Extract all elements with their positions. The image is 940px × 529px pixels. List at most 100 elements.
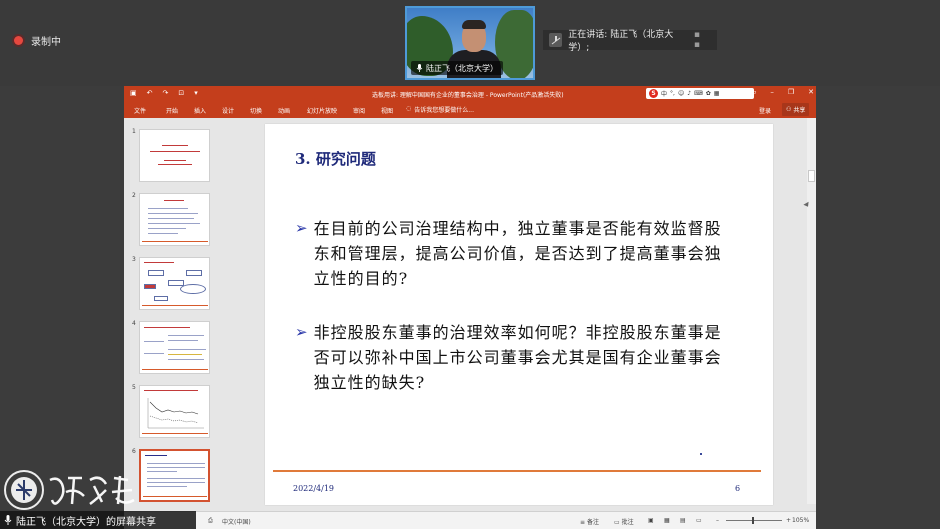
speaker-avatar-icon — [549, 33, 563, 47]
slide-number: 6 — [735, 484, 741, 493]
thumb-number: 2 — [132, 192, 136, 199]
zoom-slider[interactable] — [726, 520, 782, 521]
save-icon[interactable]: ▣ — [130, 89, 137, 97]
redo-icon[interactable]: ↷ — [163, 89, 169, 97]
tab-transitions[interactable]: 切换 — [250, 106, 262, 115]
bullet-text-1: 在目前的公司治理结构中，独立董事是否能有效监督股东和管理层，提高公司价值，是否达… — [313, 219, 722, 288]
tab-view[interactable]: 视图 — [381, 106, 393, 115]
microphone-icon — [4, 515, 12, 525]
reading-view-icon[interactable]: ▤ — [680, 517, 686, 524]
footer-rule — [273, 470, 761, 472]
arrow-bullet-icon: ➢ — [295, 219, 308, 237]
vertical-scrollbar[interactable] — [807, 118, 816, 504]
speaking-indicator: 正在讲话: 陆正飞（北京大学）; ▪ ▪ — [543, 30, 717, 53]
comments-label: 批注 — [621, 519, 634, 526]
zoom-out-icon[interactable]: – — [716, 517, 719, 524]
tab-home[interactable]: 开始 — [166, 106, 178, 115]
ime-emoji-icon[interactable]: ☺ — [678, 90, 684, 97]
arrow-bullet-icon: ➢ — [295, 323, 308, 341]
normal-view-icon[interactable]: ▣ — [648, 517, 654, 524]
speaking-label: 正在讲话: 陆正飞（北京大学）; — [568, 30, 674, 53]
slide-editing-area: 3. 研究问题 ➢ 在目前的公司治理结构中，独立董事是否能有效监督股东和管理层，… — [220, 118, 816, 505]
scrollbar-thumb[interactable] — [808, 170, 815, 182]
slideshow-view-icon[interactable]: ▭ — [696, 517, 702, 524]
tab-slideshow[interactable]: 幻灯片放映 — [307, 106, 337, 115]
bullet-text-2: 非控股股东董事的治理效率如何呢？非控股股东董事是否可以弥补中国上市公司董事会尤其… — [313, 323, 722, 392]
zoom-in-icon[interactable]: + — [786, 517, 791, 524]
quick-access-toolbar: ▣ ↶ ↷ ⊡ ▾ — [130, 89, 198, 97]
participant-video-tile[interactable]: 陆正飞（北京大学） — [405, 6, 535, 80]
thumb-number: 5 — [132, 384, 136, 391]
screen-share-banner[interactable]: 陆正飞（北京大学）的屏幕共享 — [0, 511, 196, 529]
ime-skin-icon[interactable]: ✿ — [706, 90, 711, 97]
tell-me-text: 告诉我您想要做什么... — [414, 107, 474, 114]
ime-mode-label[interactable]: 中 — [661, 89, 667, 98]
input-method-toolbar[interactable]: S 中 °, ☺ ♪ ⌨ ✿ ▦ — [646, 88, 754, 99]
status-bar: ⎙ 中文(中国) ≡ 备注 ▭ 批注 ▣ ▦ ▤ ▭ – + 105% — [124, 511, 816, 529]
tell-me-box[interactable]: ◌ 告诉我您想要做什么... — [406, 105, 474, 114]
slide-thumbnail-2[interactable] — [139, 193, 210, 246]
zoom-level[interactable]: 105% — [792, 517, 809, 524]
fudan-logo — [4, 470, 135, 510]
slide-thumbnail-1[interactable] — [139, 129, 210, 182]
maximize-icon[interactable]: ❐ — [788, 88, 794, 96]
close-icon[interactable]: ✕ — [808, 88, 814, 96]
thumb-number: 4 — [132, 320, 136, 327]
recording-indicator: 录制中 — [14, 33, 61, 48]
spellcheck-icon[interactable]: ⎙ — [208, 517, 213, 525]
participant-name-tag: 陆正飞（北京大学） — [411, 61, 503, 75]
slide-bullet-1: ➢ 在目前的公司治理结构中，独立董事是否能有效监督股东和管理层，提高公司价值，是… — [295, 216, 734, 291]
tab-insert[interactable]: 插入 — [194, 106, 206, 115]
comments-button[interactable]: ▭ 批注 — [614, 517, 634, 526]
zoom-slider-knob[interactable] — [752, 517, 754, 524]
notes-button[interactable]: ≡ 备注 — [580, 517, 599, 526]
share-button[interactable]: ⚇ 共享 — [782, 103, 810, 116]
slide-sorter-icon[interactable]: ▦ — [664, 517, 670, 524]
slide-thumbnail-4[interactable] — [139, 321, 210, 374]
language-indicator[interactable]: 中文(中国) — [222, 517, 251, 526]
microphone-icon — [416, 64, 423, 72]
record-icon — [14, 36, 23, 45]
share-banner-text: 陆正飞（北京大学）的屏幕共享 — [16, 516, 156, 528]
participant-name: 陆正飞（北京大学） — [426, 63, 498, 73]
recording-label: 录制中 — [31, 37, 61, 48]
customize-qat-icon[interactable]: ▾ — [194, 89, 198, 97]
slide-thumbnail-panel: 1 2 3 4 5 6 — [124, 118, 220, 504]
tab-design[interactable]: 设计 — [222, 106, 234, 115]
person-icon: ⚇ — [786, 106, 792, 113]
ribbon-tabs: 文件 开始 插入 设计 切换 动画 幻灯片放映 审阅 视图 ◌ 告诉我您想要做什… — [124, 101, 816, 118]
screen: 录制中 陆正飞（北京大学） 正在讲话: 陆正飞（北京大学）; ▪ ▪ ▣ ↶ ↷… — [0, 0, 940, 529]
tab-animations[interactable]: 动画 — [278, 106, 290, 115]
more-dots: ▪ ▪ — [693, 30, 701, 50]
current-slide[interactable]: 3. 研究问题 ➢ 在目前的公司治理结构中，独立董事是否能有效监督股东和管理层，… — [265, 124, 773, 505]
thumb-number: 6 — [132, 448, 136, 455]
thumb-line-chart — [147, 398, 204, 429]
ime-voice-icon[interactable]: ♪ — [687, 90, 691, 97]
ribbon-display-icon[interactable]: ▭ — [750, 88, 757, 96]
slide-bullet-2: ➢ 非控股股东董事的治理效率如何呢？非控股股东董事是否可以弥补中国上市公司董事会… — [295, 320, 734, 395]
powerpoint-window: ▣ ↶ ↷ ⊡ ▾ 选板用讲: 理解中国国有企业的董事会治理 - PowerPo… — [124, 86, 816, 529]
slide-thumbnail-5[interactable] — [139, 385, 210, 438]
minimize-icon[interactable]: – — [770, 88, 774, 96]
notes-label: 备注 — [586, 519, 599, 526]
sign-in-link[interactable]: 登录 — [759, 106, 771, 115]
meeting-top-bar: 录制中 陆正飞（北京大学） 正在讲话: 陆正飞（北京大学）; ▪ ▪ — [0, 0, 940, 86]
slide-date: 2022/4/19 — [293, 484, 335, 493]
tab-review[interactable]: 审阅 — [353, 106, 365, 115]
document-title: 选板用讲: 理解中国国有企业的董事会治理 - PowerPoint(产品激活失败… — [372, 92, 564, 99]
slide-thumbnail-3[interactable] — [139, 257, 210, 310]
start-slideshow-icon[interactable]: ⊡ — [178, 89, 184, 97]
ime-tools-icon[interactable]: ▦ — [714, 90, 720, 97]
undo-icon[interactable]: ↶ — [147, 89, 153, 97]
thumb-number: 3 — [132, 256, 136, 263]
lightbulb-icon: ◌ — [406, 105, 412, 112]
slide-title: 3. 研究问题 — [295, 150, 376, 168]
share-label: 共享 — [793, 107, 806, 114]
ime-punct-icon[interactable]: °, — [670, 90, 675, 97]
ime-keyboard-icon[interactable]: ⌨ — [694, 90, 703, 97]
window-controls: ▭ – ❐ ✕ — [750, 88, 814, 96]
tab-file[interactable]: 文件 — [134, 106, 146, 115]
sogou-logo-icon: S — [649, 89, 658, 98]
ppt-titlebar: ▣ ↶ ↷ ⊡ ▾ 选板用讲: 理解中国国有企业的董事会治理 - PowerPo… — [124, 86, 816, 101]
thumb-number: 1 — [132, 128, 136, 135]
